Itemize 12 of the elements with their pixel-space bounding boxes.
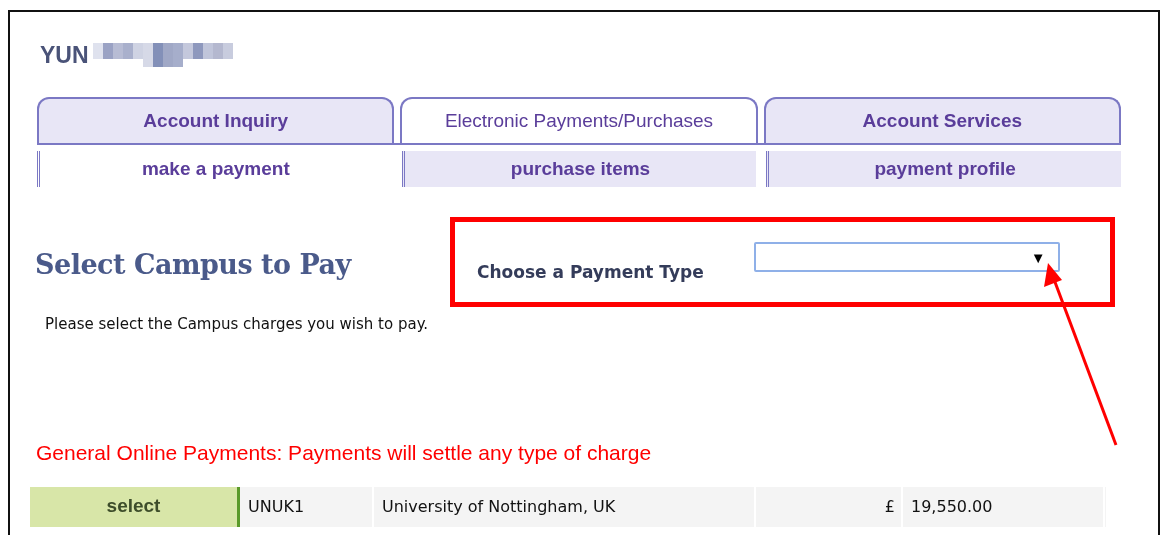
tab[interactable]: Electronic Payments/Purchases [400,97,758,143]
select-button[interactable]: select [30,487,240,527]
sub-tab[interactable]: payment profile [766,151,1121,187]
tab[interactable]: Account Services [763,97,1121,143]
section-title: General Online Payments: Payments will settle any type of charge [36,441,653,465]
user-name: YUN [40,41,89,69]
sub-tab[interactable]: purchase items [401,151,757,187]
tab[interactable]: Account Inquiry [37,97,395,143]
page-heading: Select Campus to Pay [35,249,353,280]
field-label: Choose a Payment Type [477,262,704,282]
payment-type-dropdown[interactable]: ▼ [753,242,1060,272]
instructions-text: Please select the Campus charges you wish to pay. [45,315,430,333]
